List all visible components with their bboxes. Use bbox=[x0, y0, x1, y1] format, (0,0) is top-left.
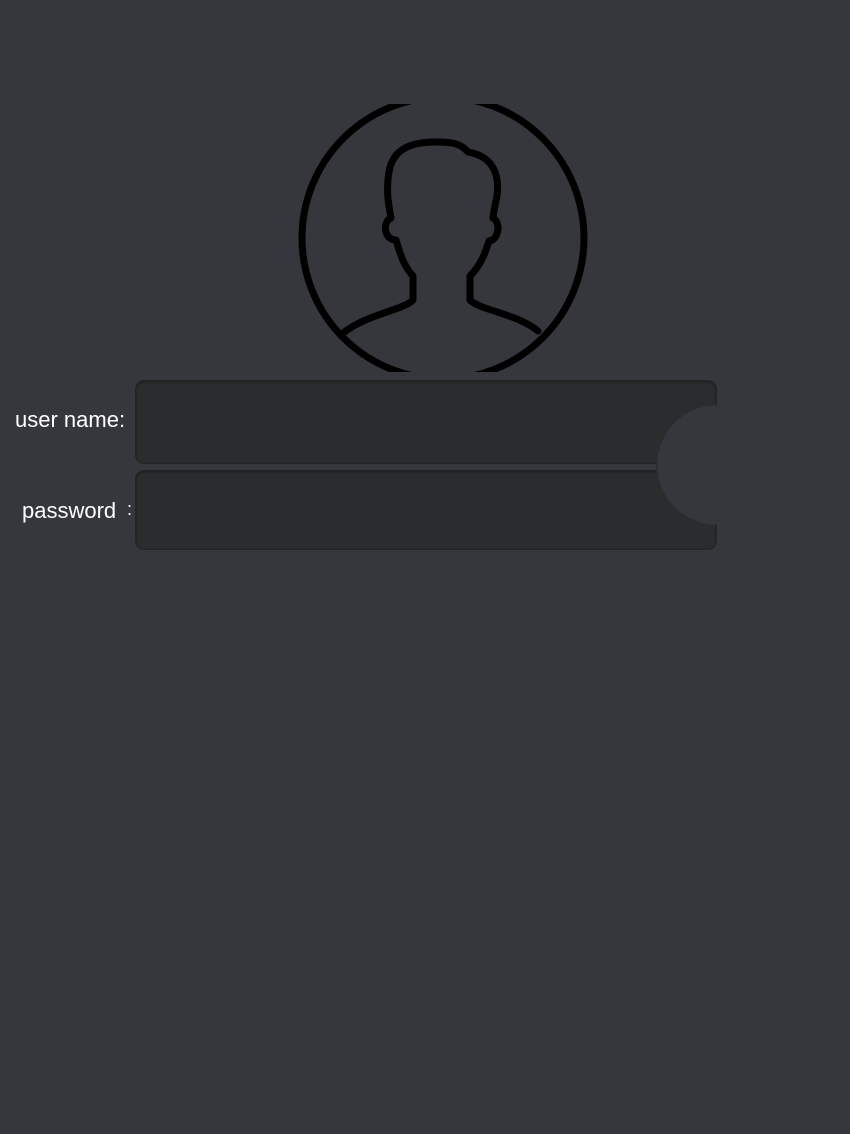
password-label-colon: : bbox=[127, 499, 133, 519]
password-field[interactable] bbox=[135, 470, 717, 551]
username-label: user name: bbox=[15, 407, 126, 432]
login-knob-button[interactable] bbox=[656, 405, 717, 525]
username-input[interactable] bbox=[146, 381, 650, 465]
password-label: password bbox=[22, 498, 117, 523]
user-avatar-icon bbox=[296, 104, 590, 372]
password-input[interactable] bbox=[146, 471, 650, 551]
username-field[interactable] bbox=[135, 380, 717, 465]
